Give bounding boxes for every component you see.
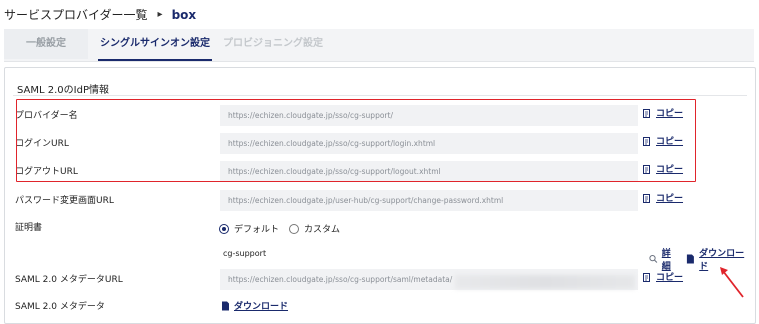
copy-label: コピー (656, 137, 684, 147)
section-title: SAML 2.0のIdP情報 (17, 85, 109, 96)
login-url-row: ログインURL https://echizen.cloudgate.jp/sso… (0, 130, 750, 158)
page: サービスプロバイダー一覧 ▸ box 一般設定 シングルサインオン設定 プロビジ… (0, 0, 759, 324)
password-url-value: https://echizen.cloudgate.jp/user-hub/cg… (220, 190, 638, 211)
copy-icon (643, 273, 650, 282)
copy-icon (643, 165, 650, 174)
certificate-name: cg-support (223, 249, 267, 258)
download-label: ダウンロード (234, 302, 289, 312)
metadata-url-row: SAML 2.0 メタデータURL https://echizen.cloudg… (0, 266, 750, 294)
metadata-row: SAML 2.0 メタデータ (0, 293, 750, 321)
provider-name-value: https://echizen.cloudgate.jp/sso/cg-supp… (220, 105, 638, 126)
tab-general-settings[interactable]: 一般設定 (4, 29, 88, 59)
radio-custom-label: カスタム (304, 225, 341, 235)
metadata-url-label: SAML 2.0 メタデータURL (15, 275, 123, 285)
copy-label: コピー (656, 109, 684, 119)
copy-label: コピー (656, 165, 684, 175)
provider-name-row: プロバイダー名 https://echizen.cloudgate.jp/sso… (0, 102, 750, 130)
login-url-copy-button[interactable]: コピー (643, 130, 683, 154)
tab-sso-settings[interactable]: シングルサインオン設定 (98, 29, 212, 61)
copy-icon (643, 137, 650, 146)
copy-icon (643, 194, 650, 203)
breadcrumb-separator-icon: ▸ (157, 9, 163, 20)
login-url-value: https://echizen.cloudgate.jp/sso/cg-supp… (220, 133, 638, 154)
provider-name-copy-button[interactable]: コピー (643, 102, 683, 126)
radio-default[interactable]: デフォルト (219, 222, 279, 235)
password-url-row: パスワード変更画面URL https://echizen.cloudgate.j… (0, 187, 750, 215)
radio-default-label: デフォルト (234, 225, 280, 235)
password-url-copy-button[interactable]: コピー (643, 187, 683, 211)
radio-custom-button[interactable] (289, 223, 300, 234)
radio-default-button[interactable] (219, 223, 229, 234)
login-url-label: ログインURL (15, 139, 69, 149)
metadata-label: SAML 2.0 メタデータ (15, 302, 105, 312)
password-url-label: パスワード変更画面URL (15, 196, 114, 206)
metadata-download-link[interactable]: ダウンロード (221, 299, 288, 312)
breadcrumb-current: box (171, 7, 197, 22)
search-icon (649, 255, 658, 263)
tab-provisioning-settings: プロビジョニング設定 (223, 38, 323, 49)
certificate-label: 証明書 (15, 223, 43, 233)
copy-label: コピー (656, 194, 684, 204)
logout-url-row: ログアウトURL https://echizen.cloudgate.jp/ss… (0, 158, 750, 186)
radio-custom[interactable]: カスタム (289, 222, 340, 235)
logout-url-value: https://echizen.cloudgate.jp/sso/cg-supp… (220, 161, 638, 182)
breadcrumb-parent[interactable]: サービスプロバイダー一覧 (4, 6, 148, 23)
copy-label: コピー (656, 273, 684, 283)
logout-url-copy-button[interactable]: コピー (643, 158, 683, 182)
document-icon (687, 254, 695, 264)
copy-icon (643, 109, 650, 118)
logout-url-label: ログアウトURL (15, 167, 78, 177)
document-icon (222, 301, 229, 310)
certificate-row: 証明書 (0, 214, 750, 242)
breadcrumb: サービスプロバイダー一覧 ▸ box (4, 6, 196, 23)
provider-name-label: プロバイダー名 (15, 111, 78, 121)
metadata-url-copy-button[interactable]: コピー (643, 266, 683, 290)
certificate-radio-group: デフォルト カスタム (219, 222, 350, 235)
redacted-blur (455, 275, 635, 289)
tab-bar: 一般設定 シングルサインオン設定 プロビジョニング設定 (4, 29, 754, 62)
section-divider (13, 95, 747, 96)
